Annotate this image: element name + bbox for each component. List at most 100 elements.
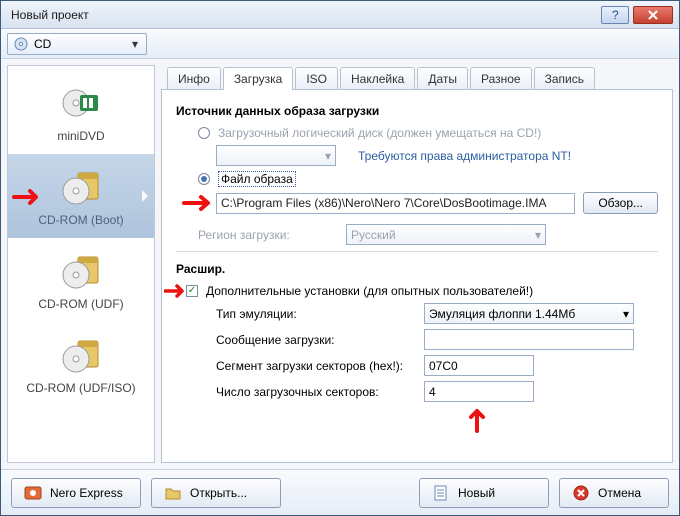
button-label: Открыть...: [190, 486, 247, 500]
window: Новый проект ? CD ▾ miniDVD: [0, 0, 680, 516]
region-combo: Русский ▾: [346, 224, 546, 245]
new-button[interactable]: Новый: [419, 478, 549, 508]
sidebar-item-minidvd[interactable]: miniDVD: [8, 70, 154, 154]
chevron-down-icon: ▾: [325, 149, 331, 163]
advanced-section-title: Расшир.: [176, 262, 658, 276]
open-button[interactable]: Открыть...: [151, 478, 281, 508]
emulation-row: Тип эмуляции: Эмуляция флоппи 1.44Мб ▾: [216, 303, 658, 324]
advanced-checkbox-label: Дополнительные установки (для опытных по…: [206, 284, 533, 298]
minidvd-icon: [60, 81, 102, 123]
disc-icon: [14, 37, 28, 51]
radio-row-image-file: Файл образа: [198, 171, 658, 187]
cancel-icon: [572, 484, 590, 502]
boot-message-field[interactable]: [424, 329, 634, 350]
radio-row-logical-disk: Загрузочный логический диск (должен умещ…: [198, 126, 658, 140]
image-path-field[interactable]: C:\Program Files (x86)\Nero\Nero 7\Core\…: [216, 193, 575, 214]
sidebar-item-label: CD-ROM (Boot): [38, 213, 123, 227]
body: miniDVD CD-ROM (Boot) CD-ROM (UDF) CD-: [1, 59, 679, 469]
window-title: Новый проект: [11, 8, 597, 22]
radio-logical-disk-label: Загрузочный логический диск (должен умещ…: [218, 126, 541, 140]
tab-label-tab[interactable]: Наклейка: [340, 67, 415, 90]
admin-rights-note: Требуются права администратора NT!: [358, 149, 571, 163]
tab-label: Инфо: [178, 72, 210, 86]
emulation-value: Эмуляция флоппи 1.44Мб: [429, 307, 575, 321]
button-label: Nero Express: [50, 486, 123, 500]
emulation-combo[interactable]: Эмуляция флоппи 1.44Мб ▾: [424, 303, 634, 324]
sidebar-item-cdrom-udfiso[interactable]: CD-ROM (UDF/ISO): [8, 322, 154, 406]
cdrom-udfiso-icon: [60, 333, 102, 375]
tab-info[interactable]: Инфо: [167, 67, 221, 90]
main: Инфо Загрузка ISO Наклейка Даты Разное З…: [161, 65, 673, 463]
radio-image-file-label: Файл образа: [218, 171, 296, 187]
browse-button[interactable]: Обзор...: [583, 192, 658, 214]
project-type-sidebar[interactable]: miniDVD CD-ROM (Boot) CD-ROM (UDF) CD-: [7, 65, 155, 463]
load-segment-value: 07C0: [429, 359, 458, 373]
radio-logical-disk[interactable]: [198, 127, 210, 139]
folder-open-icon: [164, 484, 182, 502]
sidebar-item-cdrom-boot[interactable]: CD-ROM (Boot): [8, 154, 154, 238]
nero-express-icon: [24, 484, 42, 502]
sector-count-label: Число загрузочных секторов:: [216, 385, 416, 399]
media-type-dropdown[interactable]: CD ▾: [7, 33, 147, 55]
button-label: Новый: [458, 486, 495, 500]
cancel-button[interactable]: Отмена: [559, 478, 669, 508]
load-segment-label: Сегмент загрузки секторов (hex!):: [216, 359, 416, 373]
source-section-title: Источник данных образа загрузки: [176, 104, 658, 118]
sidebar-item-cdrom-udf[interactable]: CD-ROM (UDF): [8, 238, 154, 322]
region-row: Регион загрузки: Русский ▾: [198, 224, 658, 245]
close-button[interactable]: [633, 6, 673, 24]
tab-burn[interactable]: Запись: [534, 67, 595, 90]
browse-label: Обзор...: [598, 196, 643, 210]
logical-disk-row: ▾ Требуются права администратора NT!: [216, 145, 658, 166]
media-type-label: CD: [34, 37, 130, 51]
tab-label: Запись: [545, 72, 584, 86]
tab-label: Загрузка: [234, 72, 283, 86]
toolbar: CD ▾: [1, 29, 679, 59]
sidebar-item-label: miniDVD: [57, 129, 104, 143]
button-label: Отмена: [598, 486, 641, 500]
separator: [176, 251, 658, 252]
sector-count-value: 4: [429, 385, 436, 399]
logical-disk-combo: ▾: [216, 145, 336, 166]
radio-image-file[interactable]: [198, 173, 210, 185]
footer: Nero Express Открыть... Новый Отмена: [1, 469, 679, 515]
load-segment-row: Сегмент загрузки секторов (hex!): 07C0: [216, 355, 658, 376]
load-segment-field[interactable]: 07C0: [424, 355, 534, 376]
tab-misc[interactable]: Разное: [470, 67, 532, 90]
image-path-value: C:\Program Files (x86)\Nero\Nero 7\Core\…: [221, 196, 546, 210]
nero-express-button[interactable]: Nero Express: [11, 478, 141, 508]
region-value: Русский: [351, 228, 396, 242]
callout-arrow-icon: [12, 188, 46, 206]
advanced-check-row: Дополнительные установки (для опытных по…: [186, 284, 658, 298]
tab-label: Разное: [481, 72, 521, 86]
region-label: Регион загрузки:: [198, 228, 338, 242]
chevron-down-icon: ▾: [130, 37, 140, 51]
svg-text:?: ?: [612, 10, 619, 20]
tab-strip: Инфо Загрузка ISO Наклейка Даты Разное З…: [161, 65, 673, 89]
help-button[interactable]: ?: [601, 6, 629, 24]
boot-message-label: Сообщение загрузки:: [216, 333, 416, 347]
new-document-icon: [432, 484, 450, 502]
cdrom-boot-icon: [60, 165, 102, 207]
chevron-down-icon: ▾: [623, 307, 629, 321]
callout-arrow-icon: [182, 194, 216, 212]
sidebar-item-label: CD-ROM (UDF/ISO): [26, 381, 135, 395]
sidebar-item-label: CD-ROM (UDF): [38, 297, 123, 311]
sector-count-field[interactable]: 4: [424, 381, 534, 402]
emulation-label: Тип эмуляции:: [216, 307, 416, 321]
boot-panel: Источник данных образа загрузки Загрузоч…: [161, 89, 673, 463]
chevron-down-icon: ▾: [535, 228, 541, 242]
sector-count-row: Число загрузочных секторов: 4: [216, 381, 658, 402]
tab-label: ISO: [306, 72, 327, 86]
boot-message-row: Сообщение загрузки:: [216, 329, 658, 350]
advanced-checkbox[interactable]: [186, 285, 198, 297]
titlebar: Новый проект ?: [1, 1, 679, 29]
tab-label: Даты: [428, 72, 457, 86]
tab-label: Наклейка: [351, 72, 404, 86]
tab-iso[interactable]: ISO: [295, 67, 338, 90]
callout-arrow-icon: [468, 405, 486, 433]
image-path-row: C:\Program Files (x86)\Nero\Nero 7\Core\…: [216, 192, 658, 214]
tab-dates[interactable]: Даты: [417, 67, 468, 90]
tab-boot[interactable]: Загрузка: [223, 67, 294, 90]
cdrom-udf-icon: [60, 249, 102, 291]
